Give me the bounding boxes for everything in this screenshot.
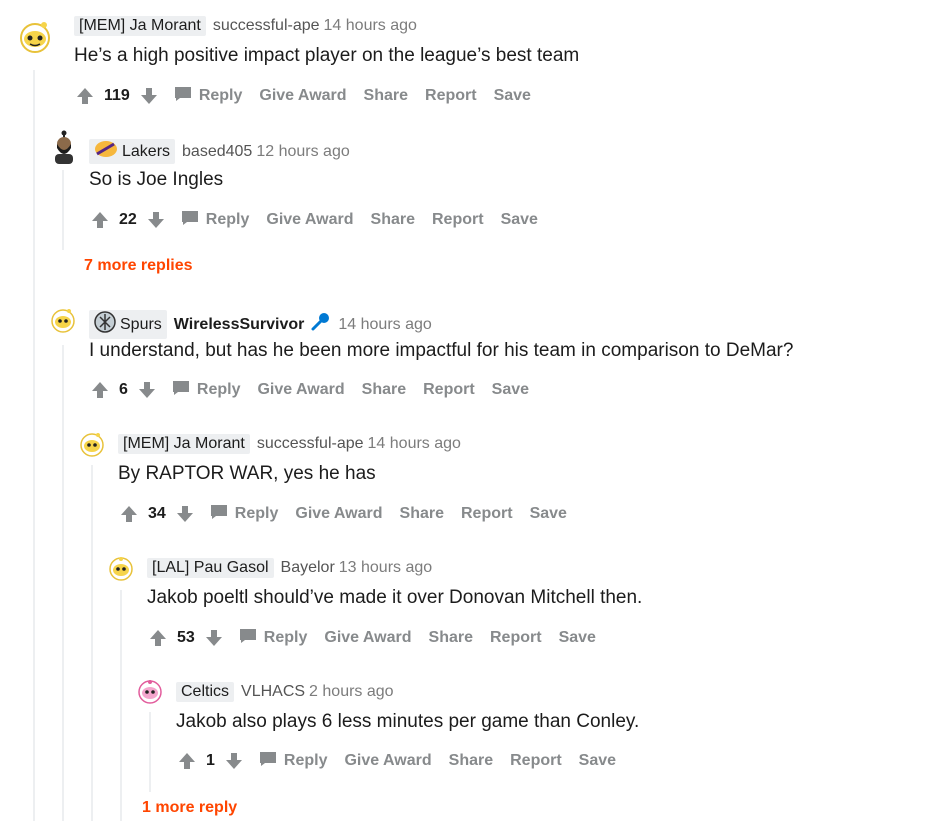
share-button[interactable]: Share: [449, 752, 493, 770]
save-button[interactable]: Save: [494, 87, 531, 105]
upvote-arrow-up-icon[interactable]: [118, 503, 140, 525]
give-award-button[interactable]: Give Award: [257, 381, 344, 399]
comment-body: I understand, but has he been more impac…: [89, 340, 794, 361]
comment-body: By RAPTOR WAR, yes he has: [118, 463, 376, 484]
reply-button[interactable]: Reply: [210, 504, 278, 525]
report-button[interactable]: Report: [510, 752, 562, 770]
thread-line[interactable]: [62, 345, 64, 821]
timestamp[interactable]: 2 hours ago: [309, 683, 394, 701]
upvote-arrow-up-icon[interactable]: [89, 379, 111, 401]
share-button[interactable]: Share: [400, 505, 444, 523]
username[interactable]: based405: [182, 143, 252, 161]
username[interactable]: successful-ape: [257, 435, 364, 453]
user-flair: Spurs: [89, 310, 167, 339]
save-button[interactable]: Save: [530, 505, 567, 523]
comment-body: He’s a high positive impact player on th…: [74, 45, 580, 66]
chat-bubble-icon: [239, 628, 257, 649]
chat-bubble-icon: [259, 751, 277, 772]
upvote-arrow-up-icon[interactable]: [176, 750, 198, 772]
reply-button[interactable]: Reply: [172, 380, 240, 401]
username[interactable]: VLHACS: [241, 683, 305, 701]
save-button[interactable]: Save: [492, 381, 529, 399]
vote-score: 119: [104, 87, 130, 104]
report-button[interactable]: Report: [423, 381, 475, 399]
save-button[interactable]: Save: [501, 211, 538, 229]
vote-score: 22: [119, 211, 137, 228]
give-award-button[interactable]: Give Award: [259, 87, 346, 105]
save-button[interactable]: Save: [559, 629, 596, 647]
downvote-arrow-down-icon[interactable]: [145, 209, 167, 231]
give-award-button[interactable]: Give Award: [344, 752, 431, 770]
username[interactable]: successful-ape: [213, 17, 320, 35]
vote-score: 6: [119, 381, 128, 398]
avatar[interactable]: [108, 555, 134, 581]
timestamp[interactable]: 14 hours ago: [338, 316, 431, 334]
report-button[interactable]: Report: [425, 87, 477, 105]
comment-body: Jakob also plays 6 less minutes per game…: [176, 711, 640, 732]
reply-button[interactable]: Reply: [181, 210, 249, 231]
give-award-button[interactable]: Give Award: [295, 505, 382, 523]
upvote-arrow-up-icon[interactable]: [74, 85, 96, 107]
more-replies-link[interactable]: 1 more reply: [142, 799, 237, 817]
share-button[interactable]: Share: [364, 87, 408, 105]
chat-bubble-icon: [174, 86, 192, 107]
comment-body: Jakob poeltl should’ve made it over Dono…: [147, 587, 643, 608]
avatar[interactable]: [50, 130, 78, 164]
timestamp[interactable]: 13 hours ago: [339, 559, 432, 577]
chat-bubble-icon: [172, 380, 190, 401]
microphone-icon: [310, 312, 330, 337]
spurs-logo-icon: [94, 311, 116, 338]
downvote-arrow-down-icon[interactable]: [223, 750, 245, 772]
downvote-arrow-down-icon[interactable]: [138, 85, 160, 107]
vote-score: 53: [177, 629, 195, 646]
vote-score: 34: [148, 505, 166, 522]
more-replies-link[interactable]: 7 more replies: [84, 257, 193, 275]
avatar[interactable]: [137, 678, 163, 704]
chat-bubble-icon: [181, 210, 199, 231]
report-button[interactable]: Report: [490, 629, 542, 647]
downvote-arrow-down-icon[interactable]: [136, 379, 158, 401]
reply-button[interactable]: Reply: [174, 86, 242, 107]
downvote-arrow-down-icon[interactable]: [203, 627, 225, 649]
downvote-arrow-down-icon[interactable]: [174, 503, 196, 525]
vote-score: 1: [206, 752, 215, 769]
user-flair: Lakers: [89, 139, 176, 164]
thread-line[interactable]: [120, 590, 122, 821]
thread-line[interactable]: [62, 170, 64, 250]
give-award-button[interactable]: Give Award: [266, 211, 353, 229]
report-button[interactable]: Report: [461, 505, 513, 523]
user-flair: Celtics: [176, 682, 235, 702]
give-award-button[interactable]: Give Award: [324, 629, 411, 647]
thread-line[interactable]: [149, 712, 151, 792]
share-button[interactable]: Share: [429, 629, 473, 647]
avatar[interactable]: [50, 307, 76, 333]
share-button[interactable]: Share: [371, 211, 415, 229]
chat-bubble-icon: [210, 504, 228, 525]
username[interactable]: WirelessSurvivor: [174, 316, 305, 334]
reply-button[interactable]: Reply: [239, 628, 307, 649]
thread-line[interactable]: [33, 70, 35, 821]
user-flair: [MEM] Ja Morant: [118, 434, 250, 454]
reply-button[interactable]: Reply: [259, 751, 327, 772]
user-flair: [LAL] Pau Gasol: [147, 558, 274, 578]
timestamp[interactable]: 14 hours ago: [324, 17, 417, 35]
thread-line[interactable]: [91, 465, 93, 821]
avatar[interactable]: [16, 17, 54, 55]
lakers-logo-icon: [94, 140, 118, 163]
user-flair: [MEM] Ja Morant: [74, 16, 206, 36]
upvote-arrow-up-icon[interactable]: [89, 209, 111, 231]
report-button[interactable]: Report: [432, 211, 484, 229]
timestamp[interactable]: 12 hours ago: [256, 143, 349, 161]
avatar[interactable]: [79, 431, 105, 457]
share-button[interactable]: Share: [362, 381, 406, 399]
upvote-arrow-up-icon[interactable]: [147, 627, 169, 649]
timestamp[interactable]: 14 hours ago: [368, 435, 461, 453]
save-button[interactable]: Save: [579, 752, 616, 770]
comment-body: So is Joe Ingles: [89, 169, 224, 190]
username[interactable]: Bayelor: [281, 559, 335, 577]
